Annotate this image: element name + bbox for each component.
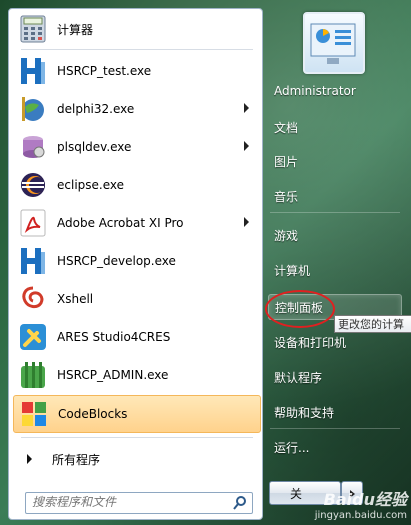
codeblocks-icon (18, 398, 50, 430)
program-label: CodeBlocks (58, 407, 128, 421)
search-icon[interactable] (232, 495, 248, 511)
all-programs-label: 所有程序 (52, 452, 101, 467)
right-item-games[interactable]: 游戏 (268, 222, 402, 248)
program-item-ares-studio[interactable]: ARES Studio4CRES (13, 319, 259, 355)
separator (21, 49, 253, 50)
annotation-circle (265, 290, 335, 328)
right-item-default-programs[interactable]: 默认程序 (268, 364, 402, 390)
adobe-acrobat-icon (17, 207, 49, 239)
ares-studio-icon (17, 321, 49, 353)
plsql-developer-icon (17, 131, 49, 163)
program-item-adobe-acrobat[interactable]: Adobe Acrobat XI Pro (13, 205, 259, 241)
right-separator (270, 428, 400, 429)
submenu-arrow-icon (244, 103, 249, 113)
program-label: ARES Studio4CRES (57, 330, 171, 344)
program-item-xshell[interactable]: Xshell (13, 281, 259, 317)
right-item-documents[interactable]: 文档 (268, 114, 402, 140)
right-item-music[interactable]: 音乐 (268, 183, 402, 209)
hsrcp-admin-icon (17, 359, 49, 391)
user-avatar[interactable] (303, 12, 365, 74)
program-label: Xshell (57, 292, 94, 306)
program-label: plsqldev.exe (57, 140, 132, 154)
xshell-icon (17, 283, 49, 315)
program-item-hsrcp-admin[interactable]: HSRCP_ADMIN.exe (13, 357, 259, 393)
separator (21, 437, 253, 438)
program-label: 计算器 (57, 22, 94, 37)
hsrcp-icon (17, 55, 49, 87)
eclipse-icon (17, 169, 49, 201)
program-label: HSRCP_develop.exe (57, 254, 176, 268)
search-input[interactable] (26, 493, 228, 511)
right-item-computer[interactable]: 计算机 (268, 257, 402, 283)
program-item-hsrcp-develop[interactable]: HSRCP_develop.exe (13, 243, 259, 279)
program-item-calculator[interactable]: 计算器 (13, 11, 259, 47)
submenu-arrow-icon (244, 217, 249, 227)
program-item-eclipse[interactable]: eclipse.exe (13, 167, 259, 203)
program-label: delphi32.exe (57, 102, 135, 116)
program-item-hsrcp-test[interactable]: HSRCP_test.exe (13, 53, 259, 89)
search-box[interactable] (25, 492, 253, 514)
program-item-codeblocks[interactable]: CodeBlocks (13, 395, 261, 433)
watermark-url: jingyan.baidu.com (314, 510, 407, 521)
program-label: HSRCP_ADMIN.exe (57, 368, 169, 382)
all-programs-button[interactable]: 所有程序 (15, 446, 258, 472)
right-item-help-support[interactable]: 帮助和支持 (268, 399, 402, 425)
tooltip: 更改您的计算 (334, 315, 411, 333)
program-label: Adobe Acrobat XI Pro (57, 216, 184, 230)
expand-arrow-icon (27, 454, 32, 464)
user-name-link[interactable]: Administrator (268, 78, 402, 104)
delphi-icon (17, 93, 49, 125)
watermark: Baidu经验 jingyan.baidu.com (315, 486, 407, 521)
watermark-brand: Baidu经验 (323, 490, 407, 509)
submenu-arrow-icon (244, 141, 249, 151)
program-label: HSRCP_test.exe (57, 64, 152, 78)
program-item-delphi32[interactable]: delphi32.exe (13, 91, 259, 127)
program-item-plsqldev[interactable]: plsqldev.exe (13, 129, 259, 165)
calculator-icon (17, 13, 49, 45)
start-menu-programs-panel: 计算器 HSRCP_test.exe delphi32.exe plsqldev… (8, 8, 263, 520)
right-item-run[interactable]: 运行... (268, 434, 402, 460)
right-item-pictures[interactable]: 图片 (268, 148, 402, 174)
program-label: eclipse.exe (57, 178, 125, 192)
right-separator (270, 212, 400, 213)
hsrcp-icon (17, 245, 49, 277)
